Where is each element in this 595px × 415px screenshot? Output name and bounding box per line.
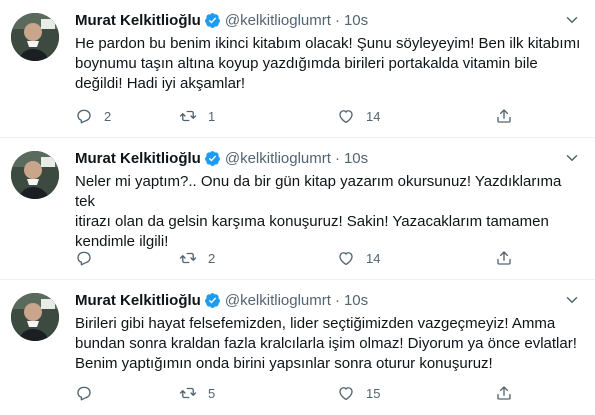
- retweet-count: 5: [208, 385, 216, 401]
- tweet-header: Murat Kelkitlioğlu @kelkitlioglumrt · 10…: [75, 290, 368, 310]
- share-button[interactable]: [495, 249, 513, 267]
- author-handle[interactable]: @kelkitlioglumrt: [225, 150, 331, 167]
- like-count: 14: [366, 108, 381, 124]
- like-button[interactable]: 14: [337, 107, 386, 125]
- retweet-icon: [179, 387, 197, 399]
- share-icon: [497, 386, 511, 400]
- separator-dot: ·: [334, 291, 340, 309]
- retweet-icon: [179, 110, 197, 122]
- tweet[interactable]: Murat Kelkitlioğlu @kelkitlioglumrt · 10…: [0, 0, 595, 138]
- reply-button[interactable]: [75, 249, 124, 267]
- more-caret-icon[interactable]: [563, 149, 581, 167]
- avatar[interactable]: [11, 13, 59, 61]
- reply-count: 2: [104, 108, 112, 124]
- verified-badge-icon: [204, 12, 220, 28]
- reply-icon: [77, 386, 91, 401]
- timestamp[interactable]: 10s: [344, 150, 368, 167]
- like-count: 14: [366, 250, 381, 266]
- verified-badge-icon: [204, 150, 220, 166]
- tweet-text: He pardon bu benim ikinci kitabım olacak…: [75, 35, 581, 92]
- more-caret-icon[interactable]: [563, 11, 581, 29]
- share-button[interactable]: [495, 384, 513, 402]
- retweet-icon: [179, 252, 197, 264]
- author-name[interactable]: Murat Kelkitlioğlu: [75, 12, 201, 29]
- avatar[interactable]: [11, 151, 59, 199]
- timestamp[interactable]: 10s: [344, 292, 368, 309]
- tweet-text: Birileri gibi hayat felsefemizden, lider…: [75, 315, 577, 372]
- tweet-actions: 5 15: [75, 383, 535, 403]
- separator-dot: ·: [334, 149, 340, 167]
- like-button[interactable]: 14: [337, 249, 386, 267]
- tweet-header: Murat Kelkitlioğlu @kelkitlioglumrt · 10…: [75, 10, 368, 30]
- like-button[interactable]: 15: [337, 384, 386, 402]
- tweet-feed: Murat Kelkitlioğlu @kelkitlioglumrt · 10…: [0, 0, 595, 415]
- like-icon: [339, 252, 353, 266]
- like-icon: [339, 387, 353, 401]
- avatar[interactable]: [11, 293, 59, 341]
- share-icon: [497, 109, 511, 123]
- timestamp[interactable]: 10s: [344, 12, 368, 29]
- share-icon: [497, 251, 511, 265]
- separator-dot: ·: [334, 11, 340, 29]
- retweet-button[interactable]: 5: [179, 384, 228, 402]
- tweet-header: Murat Kelkitlioğlu @kelkitlioglumrt · 10…: [75, 148, 368, 168]
- more-caret-icon[interactable]: [563, 291, 581, 309]
- retweet-count: 1: [208, 108, 216, 124]
- share-button[interactable]: [495, 107, 513, 125]
- tweet-actions: 2 1 14: [75, 106, 535, 126]
- verified-badge-icon: [204, 292, 220, 308]
- like-icon: [339, 110, 353, 124]
- tweet[interactable]: Murat Kelkitlioğlu @kelkitlioglumrt · 10…: [0, 280, 595, 415]
- tweet-text: Neler mi yaptım?.. Onu da bir gün kitap …: [75, 173, 562, 250]
- author-name[interactable]: Murat Kelkitlioğlu: [75, 150, 201, 167]
- retweet-button[interactable]: 1: [179, 107, 228, 125]
- author-handle[interactable]: @kelkitlioglumrt: [225, 12, 331, 29]
- reply-icon: [77, 109, 91, 124]
- reply-button[interactable]: [75, 384, 124, 402]
- author-handle[interactable]: @kelkitlioglumrt: [225, 292, 331, 309]
- reply-icon: [77, 251, 91, 266]
- like-count: 15: [366, 385, 381, 401]
- tweet-actions: 2 14: [75, 248, 535, 268]
- author-name[interactable]: Murat Kelkitlioğlu: [75, 292, 201, 309]
- retweet-button[interactable]: 2: [179, 249, 228, 267]
- tweet[interactable]: Murat Kelkitlioğlu @kelkitlioglumrt · 10…: [0, 138, 595, 280]
- retweet-count: 2: [208, 250, 216, 266]
- reply-button[interactable]: 2: [75, 107, 124, 125]
